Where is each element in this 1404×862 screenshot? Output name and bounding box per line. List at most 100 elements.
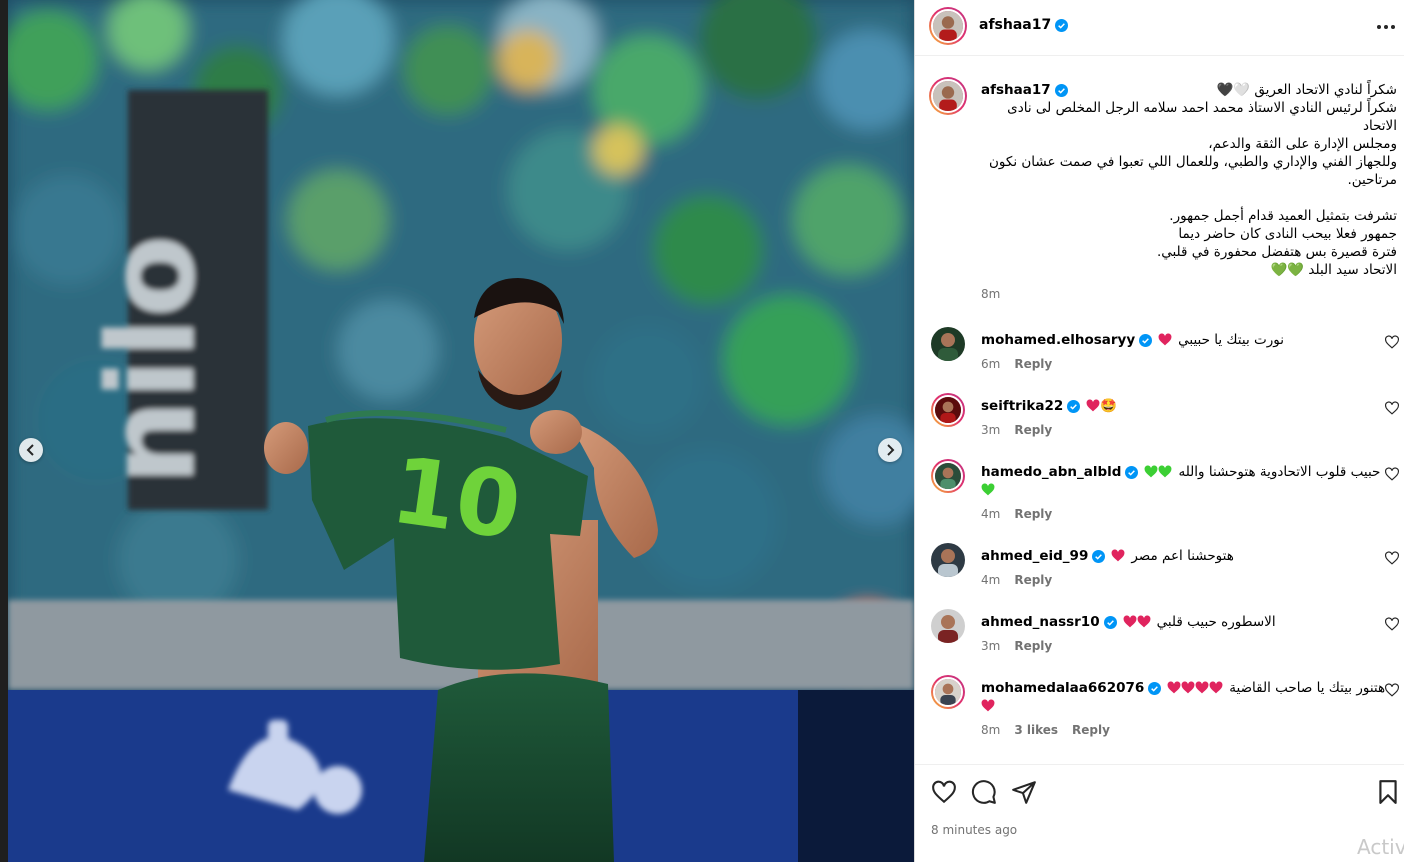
- comment-text: الاسطوره حبيب قلبي: [1156, 614, 1276, 630]
- heart-icon: [1167, 681, 1181, 694]
- comment-like-button[interactable]: [1385, 617, 1399, 631]
- comment-like-button[interactable]: [1385, 683, 1399, 697]
- author-avatar[interactable]: [929, 7, 967, 45]
- comment-username-text[interactable]: ahmed_nassr10: [981, 613, 1100, 631]
- emoji: 🤩: [1100, 398, 1118, 414]
- author-username[interactable]: afshaa17: [979, 17, 1069, 33]
- comment-avatar[interactable]: [931, 543, 965, 577]
- author-username-text[interactable]: afshaa17: [979, 17, 1051, 33]
- caption-line: جمهور فعلا بيحب النادى كان حاضر ديما: [1178, 226, 1397, 242]
- comment-body: ahmed_nassr10 الاسطوره حبيب قلبي 3m Repl…: [981, 613, 1371, 655]
- like-button[interactable]: [931, 779, 957, 805]
- post-header: afshaa17: [915, 0, 1404, 56]
- comment-like-button[interactable]: [1385, 335, 1399, 349]
- share-button[interactable]: [1011, 779, 1037, 805]
- comment-timestamp[interactable]: 6m: [981, 355, 1000, 373]
- comment-text-continued: [981, 481, 1371, 499]
- heart-icon: [1086, 399, 1100, 412]
- comment-username[interactable]: mohamedalaa662076: [981, 679, 1162, 697]
- caption-username-text[interactable]: afshaa17: [981, 81, 1051, 99]
- comment-body: mohamed.elhosaryy نورت بيتك يا حبيبي 6m …: [981, 331, 1371, 373]
- comment-body: hamedo_abn_albld حبيب قلوب الاتحادوية هت…: [981, 463, 1380, 523]
- comment-timestamp[interactable]: 4m: [981, 505, 1000, 523]
- reply-button[interactable]: Reply: [1014, 355, 1052, 373]
- post-media: nilo 10: [0, 0, 914, 862]
- heart-icon: [1145, 465, 1158, 478]
- comment-like-button[interactable]: [1385, 467, 1399, 481]
- caption-line: [981, 189, 1397, 207]
- chevron-left-icon: [26, 444, 34, 456]
- next-slide-button[interactable]: [878, 438, 902, 462]
- previous-slide-button[interactable]: [19, 438, 43, 462]
- post-caption: شكراً لنادي الاتحاد العريق 🤍🖤 afshaa17 ش…: [981, 81, 1397, 279]
- comment-avatar[interactable]: [931, 675, 965, 709]
- comment-hearts: [1123, 613, 1151, 631]
- comment-username-text[interactable]: ahmed_eid_99: [981, 547, 1088, 565]
- heart-icon: [981, 699, 995, 712]
- save-button[interactable]: [1375, 779, 1401, 805]
- comment-username[interactable]: ahmed_nassr10: [981, 613, 1117, 631]
- more-options-button[interactable]: [1375, 16, 1397, 38]
- comment-username-text[interactable]: seiftrika22: [981, 397, 1063, 415]
- caption-timestamp[interactable]: 8m: [981, 287, 1000, 301]
- comment-like-button[interactable]: [1385, 551, 1399, 565]
- caption-line: الاتحاد: [1362, 118, 1397, 134]
- comment-hearts: [1167, 679, 1223, 697]
- reply-button[interactable]: Reply: [1072, 721, 1110, 739]
- comment-like-button[interactable]: [1385, 401, 1399, 415]
- caption-line: الاتحاد سيد البلد 💚💚: [1270, 262, 1397, 278]
- reply-button[interactable]: Reply: [1014, 571, 1052, 589]
- comment-text: هتوحشنا اعم مصر: [1131, 548, 1234, 564]
- comment-username-text[interactable]: mohamed.elhosaryy: [981, 331, 1135, 349]
- comment-likes[interactable]: 3 likes: [1014, 721, 1058, 739]
- verified-icon: [1067, 399, 1081, 413]
- post-side-panel: afshaa17 شكراً لنادي الاتحاد العريق 🤍🖤 a…: [914, 0, 1404, 862]
- comment-timestamp[interactable]: 8m: [981, 721, 1000, 739]
- comment-avatar[interactable]: [931, 609, 965, 643]
- heart-icon: [1111, 549, 1125, 562]
- heart-icon: [1159, 465, 1172, 478]
- chevron-right-icon: [887, 444, 895, 456]
- reply-button[interactable]: Reply: [1014, 505, 1052, 523]
- comment-username[interactable]: ahmed_eid_99: [981, 547, 1106, 565]
- caption-first-line: شكراً لنادي الاتحاد العريق 🤍🖤 afshaa17: [981, 81, 1397, 99]
- comment-body: ahmed_eid_99 هتوحشنا اعم مصر 4m Reply: [981, 547, 1371, 589]
- comments-feed[interactable]: شكراً لنادي الاتحاد العريق 🤍🖤 afshaa17 ش…: [915, 57, 1404, 764]
- verified-icon: [1092, 549, 1106, 563]
- comment-button[interactable]: [971, 779, 997, 805]
- caption-avatar[interactable]: [929, 77, 967, 115]
- verified-icon: [1139, 333, 1153, 347]
- comment-avatar[interactable]: [931, 393, 965, 427]
- heart-icon: [1195, 681, 1209, 694]
- heart-icon: [1181, 681, 1195, 694]
- comment-username[interactable]: mohamed.elhosaryy: [981, 331, 1153, 349]
- comment-body: seiftrika22 🤩 3m Reply: [981, 397, 1371, 439]
- heart-icon: [1123, 615, 1137, 628]
- comment-username-text[interactable]: hamedo_abn_albld: [981, 463, 1121, 481]
- caption-line: فترة قصيرة بس هتفضل محفورة في قلبي.: [1156, 244, 1397, 260]
- verified-icon: [1148, 681, 1162, 695]
- post-photo: nilo 10: [8, 0, 914, 862]
- comment-username[interactable]: hamedo_abn_albld: [981, 463, 1139, 481]
- comment-timestamp[interactable]: 4m: [981, 571, 1000, 589]
- comment-text: حبيب قلوب الاتحادوية هتوحشنا والله: [1178, 464, 1381, 480]
- comment-timestamp[interactable]: 3m: [981, 421, 1000, 439]
- caption-line: شكراً لنادي الاتحاد العريق 🤍🖤: [1216, 82, 1397, 98]
- heart-icon: [981, 483, 995, 496]
- media-edge: [0, 0, 8, 862]
- post-action-bar: 8 minutes ago Activ: [915, 764, 1404, 862]
- comment-timestamp[interactable]: 3m: [981, 637, 1000, 655]
- post-timestamp[interactable]: 8 minutes ago: [931, 823, 1017, 837]
- comment-avatar[interactable]: [931, 327, 965, 361]
- comment-username[interactable]: seiftrika22: [981, 397, 1081, 415]
- verified-icon: [1103, 615, 1117, 629]
- caption-line: شكراً لرئيس النادي الاستاذ محمد احمد سلا…: [1007, 100, 1397, 116]
- comment-avatar[interactable]: [931, 459, 965, 493]
- os-watermark: Activ: [1357, 835, 1404, 859]
- reply-button[interactable]: Reply: [1014, 421, 1052, 439]
- reply-button[interactable]: Reply: [1014, 637, 1052, 655]
- comment-hearts: [1144, 463, 1172, 481]
- comment-username-text[interactable]: mohamedalaa662076: [981, 679, 1144, 697]
- caption-username[interactable]: afshaa17: [981, 81, 1068, 99]
- comment-hearts: [1111, 547, 1125, 565]
